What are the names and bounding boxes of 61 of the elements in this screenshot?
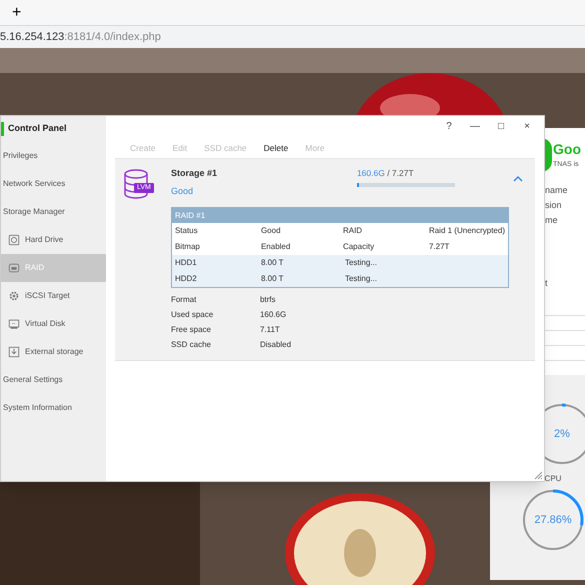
- table-cell-text: 8.00 T: [260, 273, 284, 285]
- accent-bar: [1, 122, 4, 136]
- detail-value: 7.11T: [260, 324, 281, 336]
- status-title: Goo: [552, 140, 582, 159]
- sidebar-item[interactable]: Virtual Disk: [1, 310, 106, 338]
- sidebar-item[interactable]: iSCSI Target: [1, 282, 106, 310]
- storage-status: Good: [170, 184, 194, 198]
- table-cell-text: Status: [174, 225, 199, 237]
- window-title: Control Panel: [8, 122, 67, 136]
- drive-icon: [8, 234, 20, 246]
- sidebar-item[interactable]: Privileges: [1, 142, 106, 170]
- detail-label: SSD cache: [170, 338, 212, 350]
- sidebar-item[interactable]: System Information: [1, 394, 106, 422]
- new-tab-button[interactable]: +: [8, 4, 26, 20]
- info-label: name: [545, 184, 569, 196]
- detail-value: 160.6G: [260, 308, 288, 320]
- maximize-button[interactable]: □: [495, 122, 507, 132]
- sidebar-item[interactable]: General Settings: [1, 366, 106, 394]
- table-cell-text: Bitmap: [174, 241, 201, 253]
- info-label: me: [545, 214, 559, 226]
- address-host: 5.16.254.123: [0, 30, 64, 45]
- table-cell-text: 7.27T: [428, 241, 450, 253]
- info-label: sion: [545, 200, 563, 210]
- toolbar-button[interactable]: Delete: [264, 142, 288, 154]
- table-header: RAID #1: [172, 208, 508, 223]
- help-button[interactable]: ?: [443, 122, 455, 132]
- sidebar-item[interactable]: Storage Manager: [1, 198, 106, 226]
- detail-value: btrfs: [260, 294, 277, 306]
- table-cell-text: Capacity: [342, 241, 376, 253]
- cylinder-icon: [122, 169, 149, 199]
- gauge-reading: 27.86%: [534, 512, 572, 528]
- detail-label: Used space: [170, 308, 214, 320]
- download-icon: [8, 346, 20, 358]
- address-bar[interactable]: 5.16.254.123:8181/4.0/index.php: [0, 26, 585, 48]
- table-cell-text: HDD1: [174, 257, 198, 269]
- monitor-icon: [8, 318, 20, 330]
- detail-value: Disabled: [260, 338, 292, 350]
- table-cell-text: Enabled: [260, 241, 292, 253]
- close-button[interactable]: ×: [521, 122, 533, 132]
- detail-label: Format: [170, 294, 198, 306]
- table-cell-text: Good: [260, 225, 282, 237]
- table-cell: Raid 1 (Unencrypted): [428, 225, 505, 237]
- minimize-button[interactable]: —: [469, 122, 481, 132]
- table-cell-text: HDD2: [174, 273, 198, 285]
- usage-text: 160.6G / 7.27T: [356, 167, 415, 180]
- detail-label: Free space: [170, 324, 212, 336]
- sidebar-item[interactable]: External storage: [1, 338, 106, 366]
- resize-grip-icon: [534, 471, 543, 480]
- meter-label: CPU: [544, 473, 562, 485]
- gauge-reading: 2%: [554, 426, 570, 442]
- gear-icon: [8, 290, 20, 302]
- storage-name: Storage #1: [170, 167, 218, 180]
- chevron-icon[interactable]: [513, 175, 523, 183]
- info-label: t: [545, 278, 549, 288]
- address-path: :8181/4.0/index.php: [64, 30, 161, 45]
- sidebar-item[interactable]: Hard Drive: [1, 226, 106, 254]
- table-cell-text: 8.00 T: [260, 257, 284, 269]
- table-cell-text: RAID: [342, 225, 364, 237]
- sidebar-item[interactable]: Network Services: [1, 170, 106, 198]
- table-cell-text: Testing...: [344, 273, 378, 285]
- table-cell-text: Testing...: [344, 257, 378, 269]
